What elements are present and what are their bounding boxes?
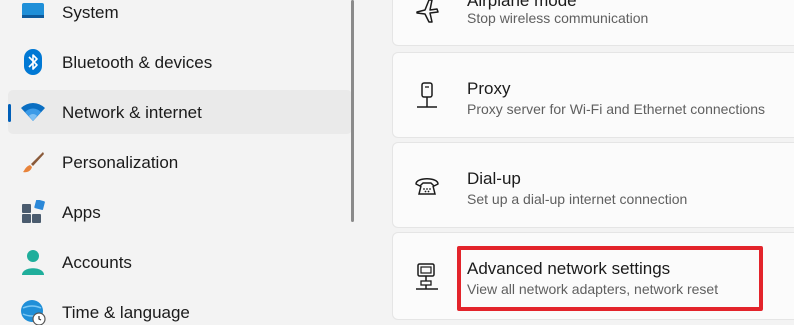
sidebar-item-system[interactable]: System xyxy=(8,0,352,34)
monitor-icon xyxy=(20,0,46,25)
advanced-network-settings-card[interactable]: Advanced network settings View all netwo… xyxy=(392,232,794,320)
person-icon xyxy=(20,249,46,275)
airplane-mode-card[interactable]: Airplane mode Stop wireless communicatio… xyxy=(392,0,794,46)
sidebar: System Bluetooth & devices Network & int… xyxy=(0,0,360,325)
sidebar-item-label: Bluetooth & devices xyxy=(62,53,213,72)
selection-indicator xyxy=(8,104,11,122)
network-computer-icon xyxy=(413,263,441,291)
card-title: Dial-up xyxy=(467,169,521,188)
sidebar-item-accounts[interactable]: Accounts xyxy=(8,240,352,284)
sidebar-item-time-language[interactable]: Time & language xyxy=(8,290,352,325)
sidebar-item-label: Personalization xyxy=(62,153,179,172)
proxy-card[interactable]: Proxy Proxy server for Wi-Fi and Etherne… xyxy=(392,52,794,138)
sidebar-item-label: Accounts xyxy=(62,253,132,272)
sidebar-item-label: System xyxy=(62,3,119,22)
card-description: Stop wireless communication xyxy=(467,10,649,26)
bluetooth-icon xyxy=(20,49,46,75)
paintbrush-icon xyxy=(20,149,46,175)
sidebar-item-label: Time & language xyxy=(62,303,190,322)
wifi-icon xyxy=(20,99,46,125)
airplane-icon xyxy=(413,0,441,25)
phone-icon xyxy=(413,172,441,200)
card-description: View all network adapters, network reset xyxy=(467,281,719,297)
sidebar-item-network[interactable]: Network & internet xyxy=(8,90,352,134)
sidebar-item-personalization[interactable]: Personalization xyxy=(8,140,352,184)
sidebar-item-apps[interactable]: Apps xyxy=(8,190,352,234)
card-title: Advanced network settings xyxy=(467,259,671,278)
proxy-icon xyxy=(413,82,441,110)
card-title: Proxy xyxy=(467,79,511,98)
sidebar-item-label: Network & internet xyxy=(62,103,202,122)
card-description: Proxy server for Wi-Fi and Ethernet conn… xyxy=(467,101,766,117)
sidebar-scrollbar[interactable] xyxy=(351,0,354,222)
globe-clock-icon xyxy=(20,299,46,325)
sidebar-item-bluetooth[interactable]: Bluetooth & devices xyxy=(8,40,352,84)
apps-icon xyxy=(20,199,46,225)
dial-up-card[interactable]: Dial-up Set up a dial-up internet connec… xyxy=(392,142,794,228)
card-description: Set up a dial-up internet connection xyxy=(467,191,688,207)
sidebar-item-label: Apps xyxy=(62,203,101,222)
